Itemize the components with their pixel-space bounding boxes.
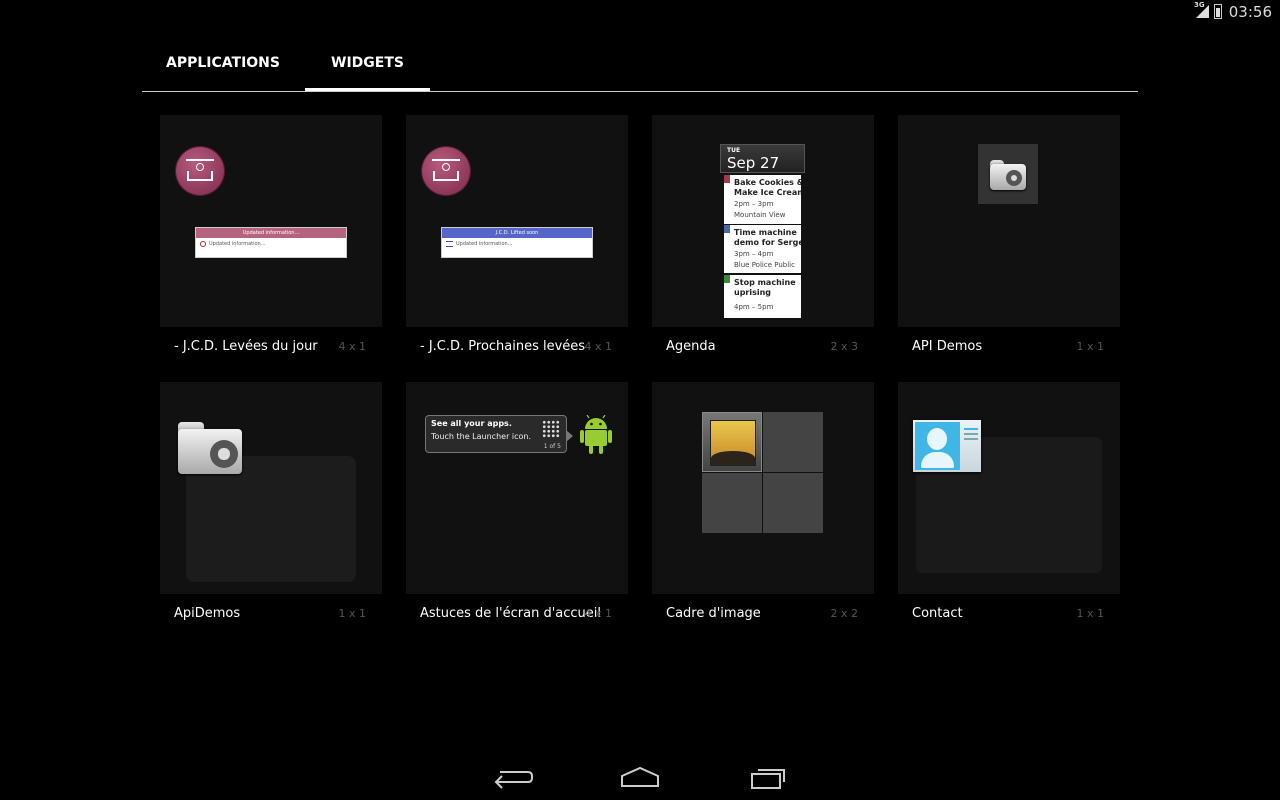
preview-card-text: Updated information... xyxy=(209,241,266,247)
tab-widgets[interactable]: WIDGETS xyxy=(305,42,430,92)
event-title-line: Stop machine xyxy=(734,278,796,287)
tip-page: 1 of 5 xyxy=(543,443,561,450)
list-icon xyxy=(446,241,453,247)
tab-bar: APPLICATIONS WIDGETS xyxy=(142,42,1138,92)
preview-card-body: Updated information... xyxy=(196,238,346,250)
widget-preview: See all your apps. Touch the Launcher ic… xyxy=(406,382,628,594)
home-icon[interactable] xyxy=(610,762,670,792)
event-title: Time machinedemo for Sergey xyxy=(734,228,801,248)
event-color-bar xyxy=(724,275,730,283)
widget-preview-card: J.C.D. Lifted soon Updated information..… xyxy=(441,227,593,258)
preview-card-title: J.C.D. Lifted soon xyxy=(442,228,592,238)
event-title: Stop machine uprising xyxy=(734,278,801,298)
widget-dimensions: 4 x 1 xyxy=(584,340,613,353)
agenda-event: Bake Cookies & Make Ice Cream 2pm – 3pm M… xyxy=(724,175,801,224)
jcd-postbox-icon xyxy=(422,147,470,195)
alert-icon xyxy=(200,241,206,247)
widget-tile[interactable]: Cadre d'image 2 x 2 xyxy=(652,382,874,628)
widget-dimensions: 2 x 3 xyxy=(830,340,859,353)
event-place: Blue Police Public xyxy=(734,261,795,269)
event-title-line: Bake Cookies & xyxy=(734,178,801,187)
status-icons: 3G xyxy=(1194,1,1222,19)
widget-preview-card: Updated information... Updated informati… xyxy=(195,227,347,258)
tab-divider xyxy=(142,91,1138,92)
event-title-line: demo for Sergey xyxy=(734,238,801,247)
tip-text: Touch the Launcher icon. xyxy=(431,432,532,441)
event-time: 3pm – 4pm xyxy=(734,250,774,258)
widget-dimensions: 4 x 1 xyxy=(338,340,367,353)
tab-widgets-label: WIDGETS xyxy=(331,55,404,71)
tip-title: See all your apps. xyxy=(431,419,512,428)
picture-frame-icon xyxy=(702,412,762,472)
navigation-bar xyxy=(0,752,1280,800)
widget-name: - J.C.D. Levées du jour xyxy=(174,339,318,354)
launcher-grid-icon xyxy=(542,420,560,438)
folder-placeholder xyxy=(186,456,356,582)
widget-name: API Demos xyxy=(912,339,983,354)
widget-preview xyxy=(160,382,382,594)
widget-tile[interactable]: ApiDemos 1 x 1 xyxy=(160,382,382,628)
contact-card-icon xyxy=(913,420,981,472)
widget-name: - J.C.D. Prochaines levées xyxy=(420,339,586,354)
widget-preview xyxy=(652,382,874,594)
agenda-event: Stop machine uprising 4pm – 5pm xyxy=(724,275,801,318)
widget-preview: Updated information... Updated informati… xyxy=(160,115,382,327)
event-title: Bake Cookies & Make Ice Cream xyxy=(734,178,801,198)
widget-dimensions: 1 x 1 xyxy=(1076,340,1105,353)
widget-name: Cadre d'image xyxy=(666,606,761,621)
status-bar: 3G 03:56 xyxy=(0,0,1280,24)
widget-name: Astuces de l'écran d'accueil xyxy=(420,606,601,621)
agenda-header: TUE Sep 27 xyxy=(720,144,805,173)
agenda-date: Sep 27 xyxy=(727,154,780,172)
widget-preview xyxy=(898,115,1120,327)
widget-name: Contact xyxy=(912,606,963,621)
android-robot-icon xyxy=(580,415,612,454)
widget-dimensions: 1 x 1 xyxy=(338,607,367,620)
widget-tile[interactable]: Contact 1 x 1 xyxy=(898,382,1120,628)
widget-dimensions: 2 x 2 xyxy=(830,607,859,620)
widget-name: ApiDemos xyxy=(174,606,241,621)
widget-dimensions: 4 x 1 xyxy=(584,607,613,620)
widget-name: Agenda xyxy=(666,339,716,354)
event-time: 2pm – 3pm xyxy=(734,200,774,208)
preview-card-body: Updated information... xyxy=(442,238,592,250)
event-title-line: uprising xyxy=(734,288,772,297)
clock: 03:56 xyxy=(1228,3,1272,21)
event-color-bar xyxy=(724,175,730,183)
widget-tile[interactable]: API Demos 1 x 1 xyxy=(898,115,1120,361)
battery-charging-icon xyxy=(1214,3,1222,19)
widget-preview: TUE Sep 27 Bake Cookies & Make Ice Cream … xyxy=(652,115,874,327)
widget-tile[interactable]: See all your apps. Touch the Launcher ic… xyxy=(406,382,628,628)
widget-dimensions: 1 x 1 xyxy=(1076,607,1105,620)
widget-tile[interactable]: Updated information... Updated informati… xyxy=(160,115,382,361)
back-icon[interactable] xyxy=(482,762,542,792)
agenda-day: TUE xyxy=(727,147,741,154)
event-title-line: Make Ice Cream xyxy=(734,188,801,197)
widget-tile[interactable]: J.C.D. Lifted soon Updated information..… xyxy=(406,115,628,361)
event-title-line: Time machine xyxy=(734,228,797,237)
signal-icon: 3G xyxy=(1194,1,1210,19)
api-demos-icon-box xyxy=(978,144,1038,204)
folder-gear-icon xyxy=(990,160,1026,190)
agenda-event: Time machinedemo for Sergey 3pm – 4pm Bl… xyxy=(724,225,801,273)
widget-tile[interactable]: TUE Sep 27 Bake Cookies & Make Ice Cream … xyxy=(652,115,874,361)
preview-card-text: Updated information... xyxy=(456,241,513,247)
event-place: Mountain View xyxy=(734,211,786,219)
tab-applications[interactable]: APPLICATIONS xyxy=(142,42,304,92)
network-type: 3G xyxy=(1194,1,1205,9)
preview-card-title: Updated information... xyxy=(196,228,346,238)
recent-apps-icon[interactable] xyxy=(738,762,798,792)
widget-preview xyxy=(898,382,1120,594)
event-time: 4pm – 5pm xyxy=(734,303,774,311)
widget-preview: J.C.D. Lifted soon Updated information..… xyxy=(406,115,628,327)
folder-gear-icon xyxy=(178,422,242,474)
event-color-bar xyxy=(724,225,730,233)
jcd-postbox-icon xyxy=(176,147,224,195)
tip-bubble: See all your apps. Touch the Launcher ic… xyxy=(425,415,573,453)
